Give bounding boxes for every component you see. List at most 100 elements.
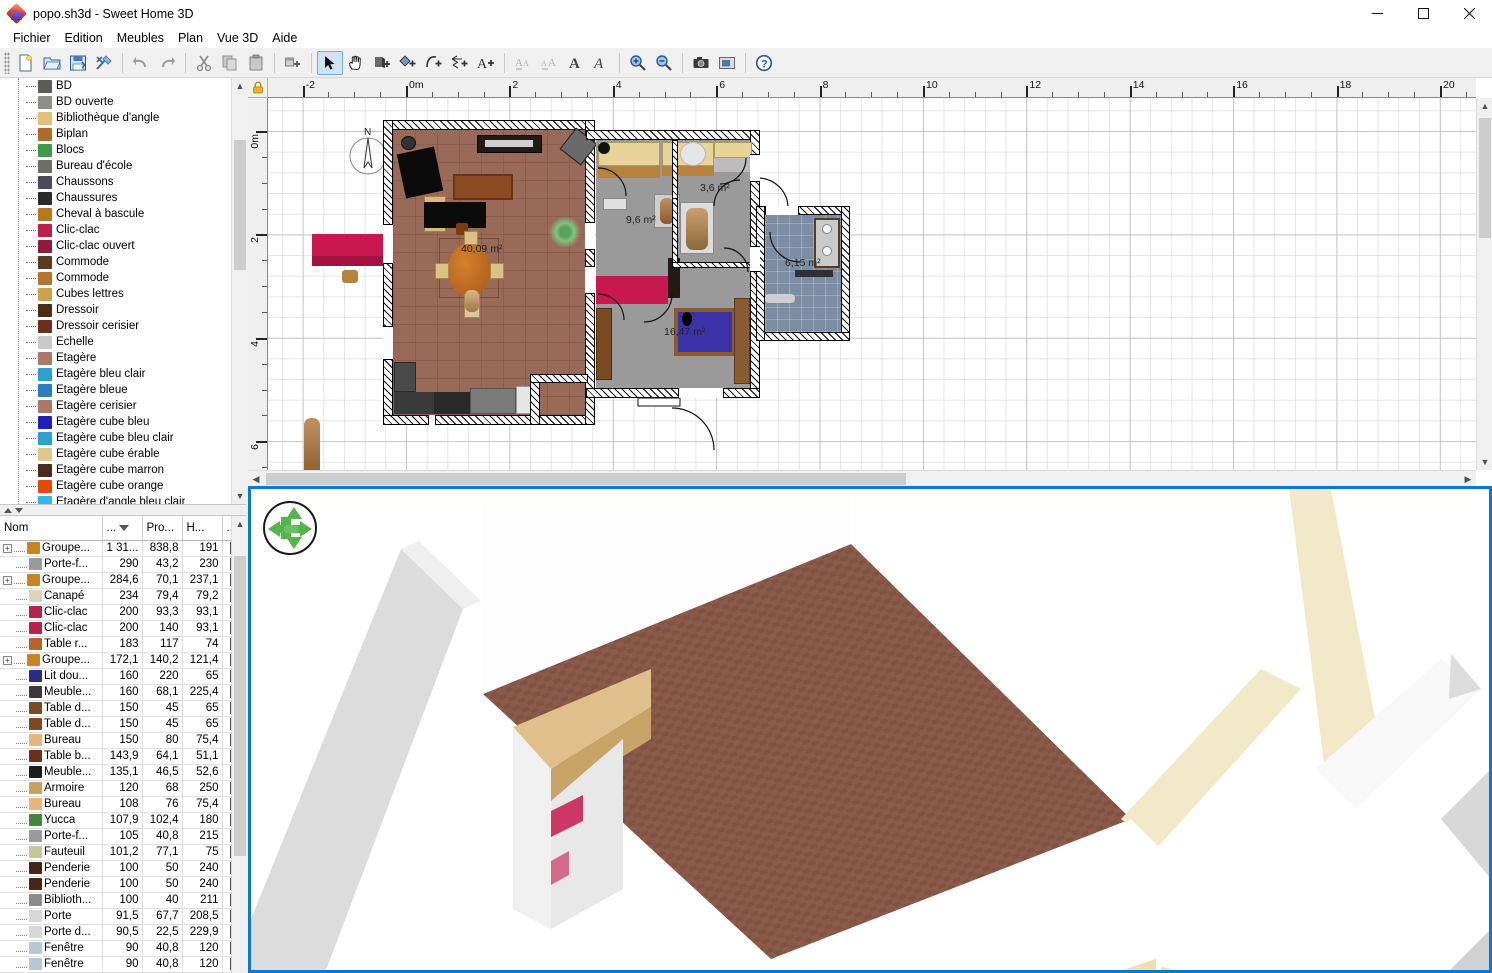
- furniture-wardrobe-plan[interactable]: [734, 298, 750, 384]
- catalog-item[interactable]: Etagère cube bleu: [0, 414, 232, 430]
- menu-vue3d[interactable]: Vue 3D: [210, 29, 265, 47]
- catalog-item[interactable]: Etagère cube bleu clair: [0, 430, 232, 446]
- increase-text-size-icon[interactable]: A A: [536, 51, 562, 75]
- wall-hall-left-lower[interactable]: [672, 198, 678, 268]
- furniture-coffee-table-plan[interactable]: [453, 174, 513, 200]
- copy-icon[interactable]: [217, 51, 243, 75]
- splitter-collapse-down-icon[interactable]: [15, 508, 23, 513]
- add-furniture-icon[interactable]: [280, 51, 306, 75]
- window-right-block-2[interactable]: [750, 246, 760, 272]
- furniture-toilet-plan[interactable]: [765, 294, 795, 303]
- person-outside-plan[interactable]: [304, 418, 320, 470]
- furniture-hall-shelf-plan[interactable]: [714, 142, 752, 158]
- furniture-sofa-plan[interactable]: [424, 202, 486, 228]
- window-bath-top[interactable]: [765, 206, 799, 215]
- table-row[interactable]: Bureau1508075,4: [0, 732, 248, 748]
- furniture-chair-plan-1[interactable]: [435, 263, 449, 279]
- wall-bath-left[interactable]: [756, 206, 765, 341]
- table-row[interactable]: Yucca107,9102,4180: [0, 812, 248, 828]
- table-row[interactable]: Penderie10050240: [0, 876, 248, 892]
- wall-bath-bottom[interactable]: [756, 332, 850, 341]
- furniture-bed1-pillow[interactable]: [598, 142, 610, 154]
- table-row[interactable]: +Groupe...284,670,1237,1: [0, 572, 248, 588]
- table-row[interactable]: Canapé23479,479,2: [0, 588, 248, 604]
- window-bedroom2-bottom[interactable]: [678, 388, 724, 398]
- table-row[interactable]: Table b...143,964,151,1: [0, 748, 248, 764]
- catalog-item[interactable]: Chaussures: [0, 190, 232, 206]
- catalog-item[interactable]: Dressoir cerisier: [0, 318, 232, 334]
- catalog-item[interactable]: Bibliothèque d'angle: [0, 110, 232, 126]
- furniture-cliclac-outer[interactable]: [312, 234, 390, 256]
- navigation-compass-icon[interactable]: [263, 501, 317, 555]
- table-row[interactable]: Fenêtre9040,8120: [0, 940, 248, 956]
- furniture-small-outside[interactable]: [342, 270, 358, 283]
- catalog-item[interactable]: Cubes lettres: [0, 286, 232, 302]
- expand-group-icon[interactable]: +: [3, 544, 12, 553]
- add-text-icon[interactable]: A: [473, 51, 499, 75]
- furniture-lamp-plan[interactable]: [401, 136, 416, 150]
- wall-living-top[interactable]: [383, 120, 595, 130]
- column-header-profondeur[interactable]: Pro...: [142, 516, 182, 540]
- catalog-vertical-scrollbar[interactable]: ▲ ▼: [231, 78, 247, 504]
- table-row[interactable]: Porte-f...10540,8215: [0, 828, 248, 844]
- table-row[interactable]: Porte d...90,522,5229,9: [0, 924, 248, 940]
- window-living-right-1[interactable]: [585, 222, 595, 250]
- catalog-item[interactable]: Cheval à bascule: [0, 206, 232, 222]
- paste-icon[interactable]: [243, 51, 269, 75]
- plan-canvas[interactable]: N: [268, 98, 1476, 470]
- preferences-icon[interactable]: [91, 51, 117, 75]
- catalog-item[interactable]: Etagère cube marron: [0, 462, 232, 478]
- wall-hall-bottom[interactable]: [672, 262, 760, 268]
- furniture-hall-shelf2-plan[interactable]: [714, 158, 752, 172]
- wall-right-top[interactable]: [586, 130, 760, 140]
- catalog-list-splitter[interactable]: [0, 504, 248, 516]
- decrease-text-size-icon[interactable]: A A: [510, 51, 536, 75]
- plan-scroll-down-arrow[interactable]: ▼: [1477, 454, 1492, 470]
- column-header-nom[interactable]: Nom: [0, 516, 102, 540]
- furniture-sink-2-plan[interactable]: [822, 246, 832, 256]
- create-dimension-icon[interactable]: [447, 51, 473, 75]
- furniture-nightstand-plan[interactable]: [603, 198, 627, 210]
- menu-edition[interactable]: Edition: [58, 29, 110, 47]
- furniture-cliclac-plan[interactable]: [596, 276, 668, 304]
- plan-lock-button[interactable]: [248, 78, 268, 98]
- table-row[interactable]: +Groupe...172,1140,2121,4: [0, 652, 248, 668]
- menu-meubles[interactable]: Meubles: [110, 29, 171, 47]
- pan-hand-icon[interactable]: [343, 51, 369, 75]
- person-plan-dining[interactable]: [465, 290, 479, 312]
- plan-vertical-scrollbar[interactable]: ▲ ▼: [1476, 98, 1492, 470]
- catalog-item[interactable]: Clic-clac ouvert: [0, 238, 232, 254]
- catalog-item[interactable]: Etagère: [0, 350, 232, 366]
- italic-icon[interactable]: A: [588, 51, 614, 75]
- expand-group-icon[interactable]: +: [3, 656, 12, 665]
- furniture-list-vertical-scrollbar[interactable]: ▲ ▼: [231, 516, 247, 973]
- catalog-item[interactable]: Etagère cube orange: [0, 478, 232, 494]
- select-arrow-icon[interactable]: [317, 51, 343, 75]
- create-rooms-icon[interactable]: [395, 51, 421, 75]
- furniture-catalog-tree[interactable]: BDBD ouverteBibliothèque d'angleBiplanBl…: [0, 78, 248, 504]
- plan-horizontal-scrollbar-thumb[interactable]: [266, 473, 906, 485]
- maximize-button[interactable]: [1400, 0, 1446, 27]
- table-row[interactable]: Lit dou...16022065: [0, 668, 248, 684]
- furniture-kitchen-unit-3[interactable]: [434, 392, 470, 414]
- table-row[interactable]: Clic-clac20093,393,1: [0, 604, 248, 620]
- wall-bath-right[interactable]: [841, 206, 850, 341]
- home-3d-view[interactable]: [248, 486, 1492, 973]
- table-row[interactable]: Armoire12068250: [0, 780, 248, 796]
- expand-group-icon[interactable]: +: [3, 576, 12, 585]
- catalog-item[interactable]: Blocs: [0, 142, 232, 158]
- column-header-largeur[interactable]: ...: [102, 516, 142, 540]
- wall-entry-top[interactable]: [530, 374, 588, 383]
- redo-icon[interactable]: [154, 51, 180, 75]
- minimize-button[interactable]: [1354, 0, 1400, 27]
- catalog-item[interactable]: Dressoir: [0, 302, 232, 318]
- furniture-penderie-plan[interactable]: [596, 308, 612, 380]
- furniture-sink-1-plan[interactable]: [822, 224, 832, 234]
- catalog-item[interactable]: Biplan: [0, 126, 232, 142]
- catalog-scrollbar-thumb[interactable]: [234, 140, 246, 270]
- plan-view[interactable]: -20m24681012141618202224262830 0m24680 N: [248, 78, 1492, 486]
- table-row[interactable]: Penderie10050240: [0, 860, 248, 876]
- table-row[interactable]: Table d...1504565: [0, 700, 248, 716]
- create-polyline-icon[interactable]: [421, 51, 447, 75]
- catalog-item[interactable]: Echelle: [0, 334, 232, 350]
